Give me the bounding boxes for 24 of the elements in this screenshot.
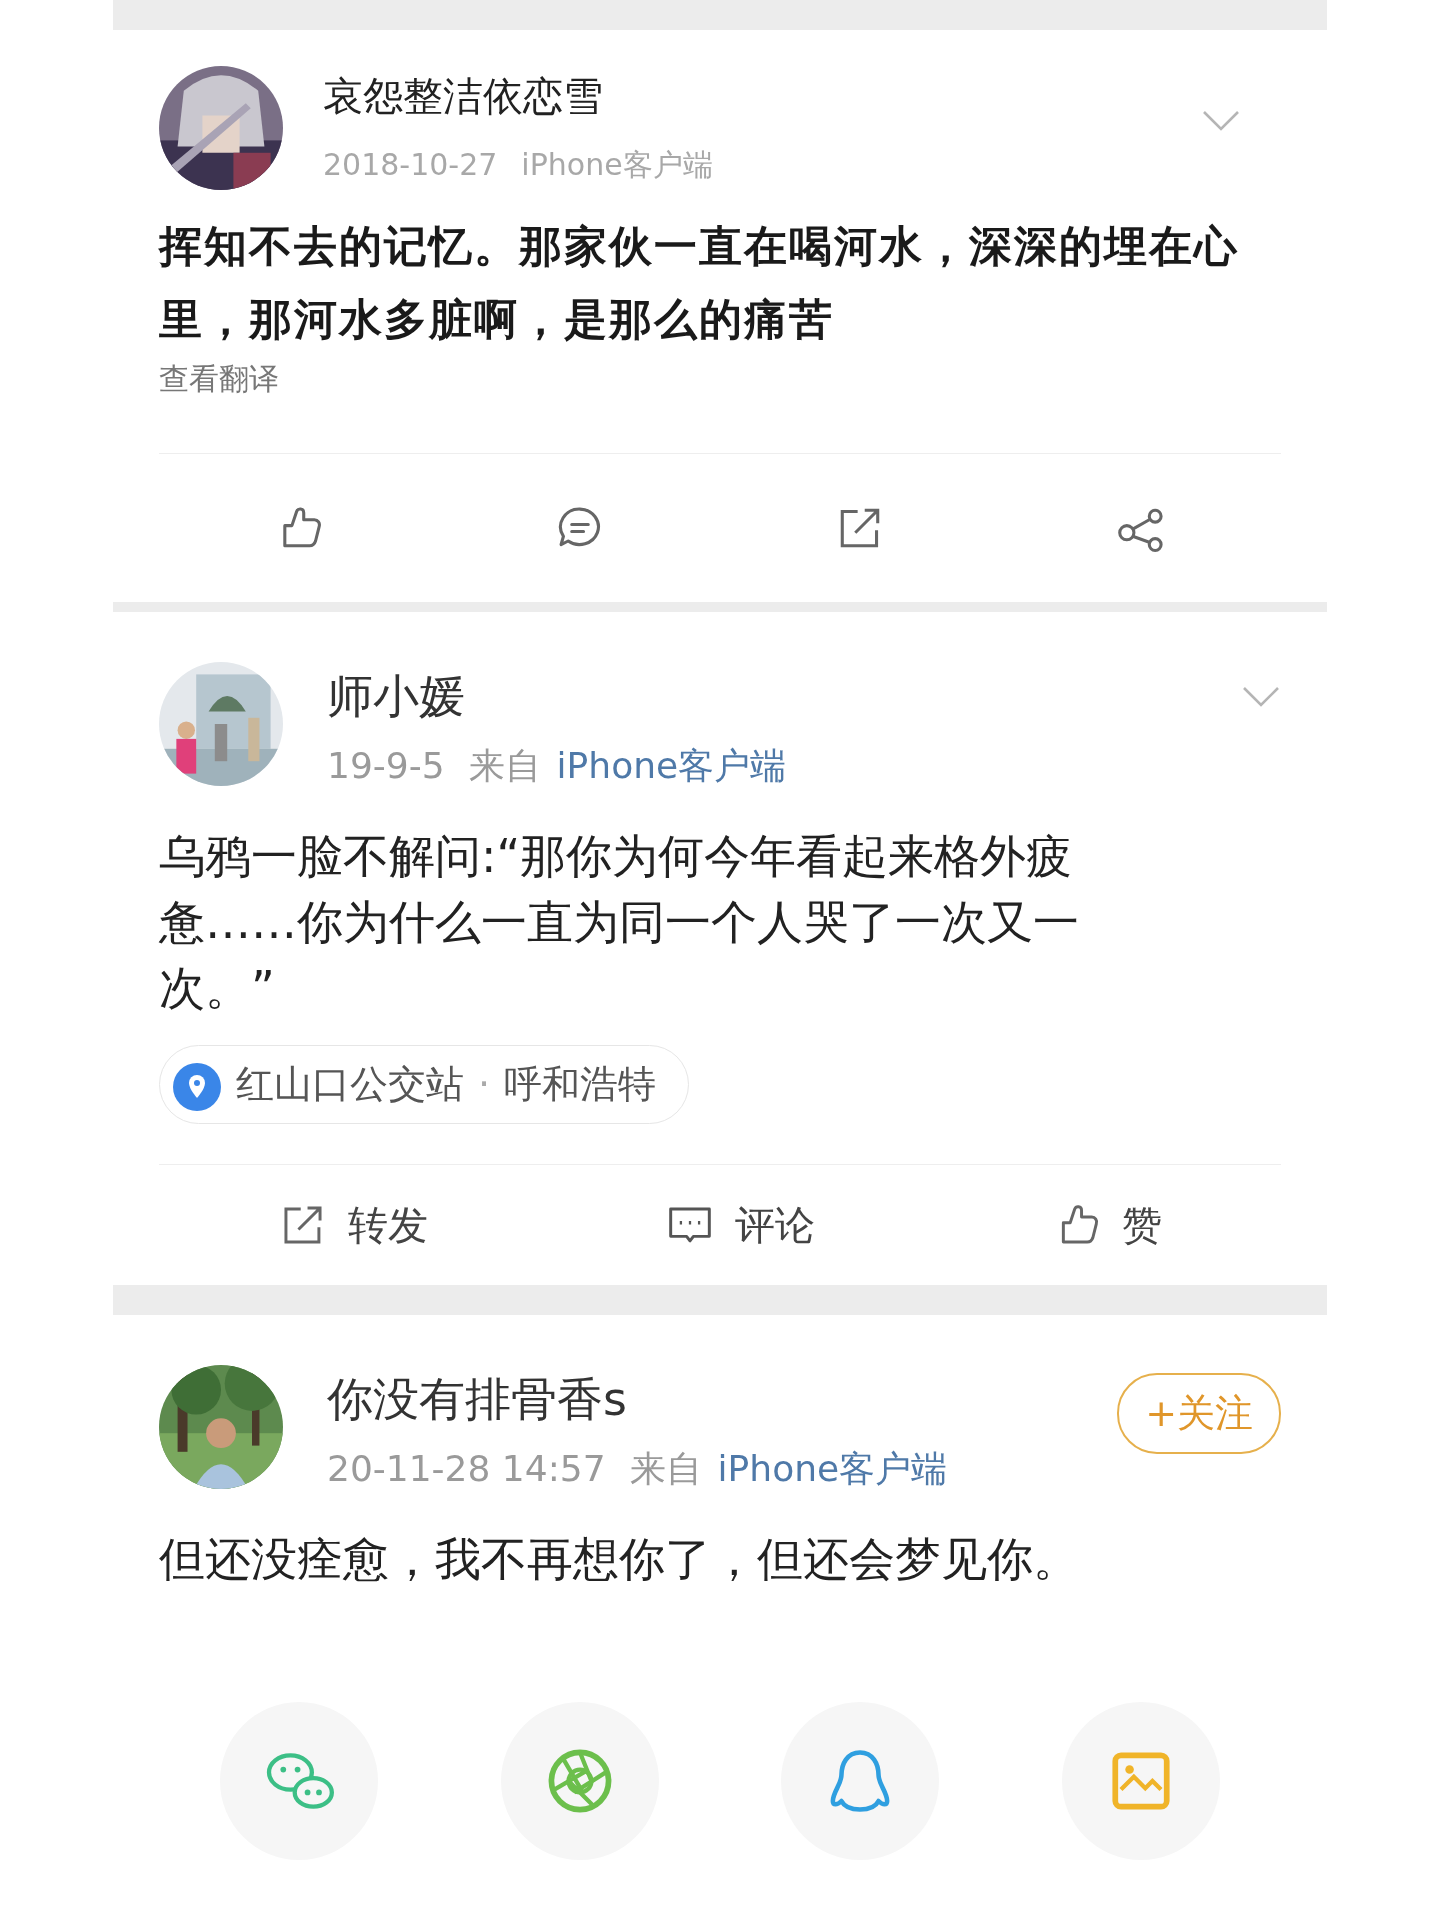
post-source[interactable]: iPhone客户端 xyxy=(556,739,787,794)
action-button[interactable]: 赞 xyxy=(1046,1194,1169,1257)
chevron-down-icon[interactable] xyxy=(1201,108,1241,133)
author-name[interactable]: 师小媛 xyxy=(327,662,465,732)
chevron-down-icon[interactable] xyxy=(1241,684,1281,709)
post-text: 挥知不去的记忆。那家伙一直在喝河水，深深的埋在心里，那河水多脏啊，是那么的痛苦 xyxy=(159,220,1240,347)
source-prefix: 来自 xyxy=(629,1447,702,1492)
translate-link[interactable]: 查看翻译 xyxy=(159,356,279,402)
city-name: 呼和浩特 xyxy=(504,1061,657,1109)
place-name: 红山口公交站 xyxy=(236,1061,464,1109)
location-pin-icon xyxy=(172,1061,222,1112)
post-time: 20-11-28 14:57 xyxy=(327,1447,606,1492)
post-time: 19-9-5 xyxy=(327,744,445,789)
separator-dot: · xyxy=(478,1061,491,1109)
author-name[interactable]: 哀怨整洁依恋雪 xyxy=(323,66,603,126)
post-time: 2018-10-27 xyxy=(323,146,498,184)
action-button[interactable]: 评论 xyxy=(659,1194,821,1257)
post-text: 但还没痊愈，我不再想你了，但还会梦见你。 xyxy=(159,1531,1080,1589)
post-source[interactable]: iPhone客户端 xyxy=(717,1442,948,1497)
author-name[interactable]: 你没有排骨香s xyxy=(327,1365,627,1435)
action-button[interactable]: 转发 xyxy=(271,1194,434,1257)
post-text: 乌鸦一脸不解问:“那你为何今年看起来格外疲惫……你为什么一直为同一个人哭了一次又一次。” xyxy=(159,828,1080,1018)
post-source: iPhone客户端 xyxy=(521,146,713,184)
source-prefix: 来自 xyxy=(468,744,541,789)
